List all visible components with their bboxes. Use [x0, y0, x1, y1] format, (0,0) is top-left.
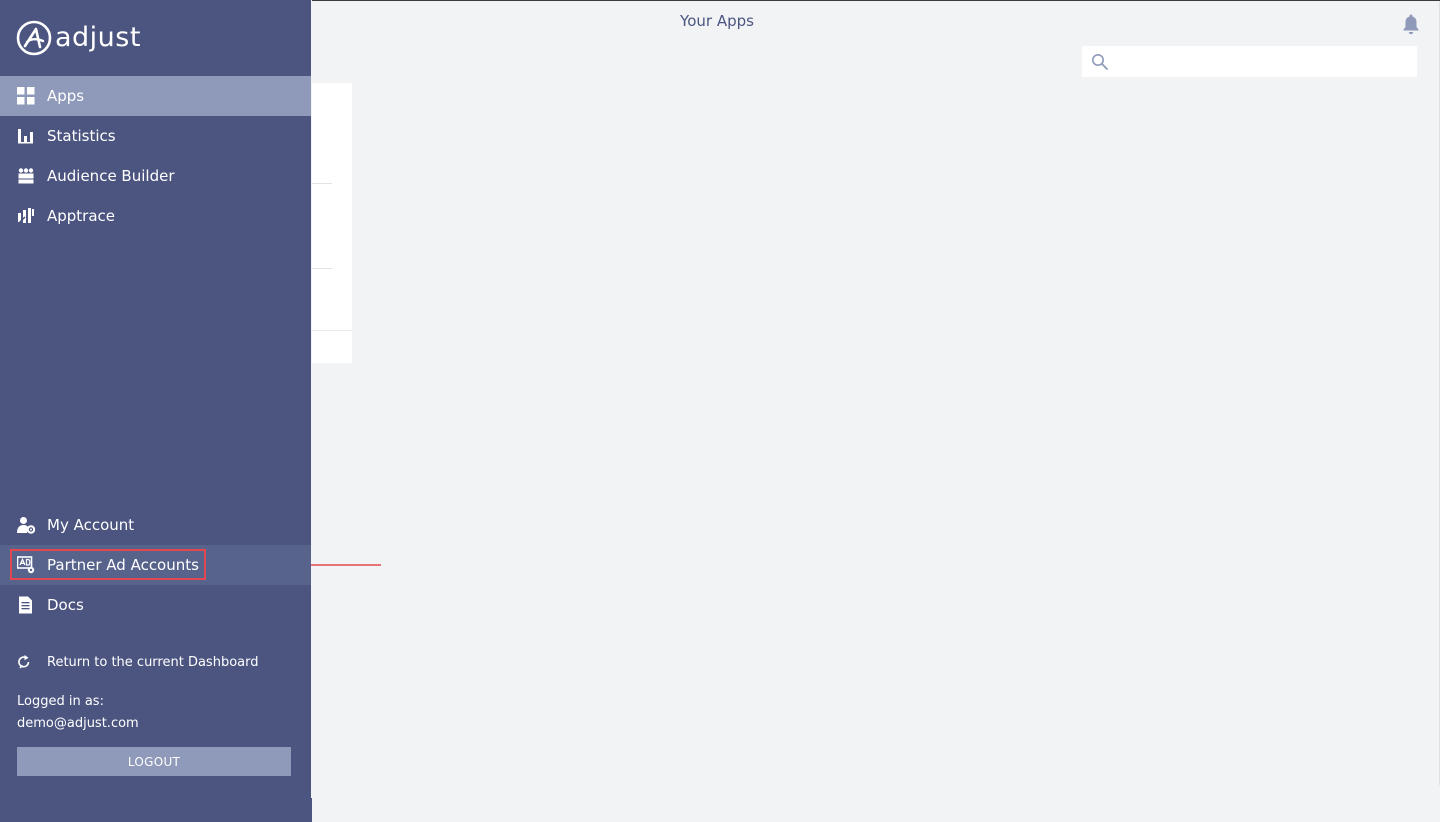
sidebar-item-label: Docs [47, 596, 84, 614]
sidebar-item-apptrace[interactable]: Apptrace [0, 196, 311, 236]
apptrace-icon [18, 208, 34, 224]
logged-in-label: Logged in as: [17, 694, 104, 709]
sidebar-item-label: Apptrace [47, 207, 116, 225]
user-gear-icon [17, 517, 35, 534]
sidebar-footer [0, 798, 312, 822]
return-dashboard-link[interactable]: Return to the current Dashboard [0, 648, 311, 678]
audience-icon [18, 168, 34, 184]
page-title: Your Apps [680, 12, 754, 30]
apps-card [312, 83, 352, 363]
sidebar-item-label: Apps [47, 87, 85, 105]
sidebar-item-label: Audience Builder [47, 167, 175, 185]
sidebar-item-audience-builder[interactable]: Audience Builder [0, 156, 311, 196]
sidebar-item-my-account[interactable]: My Account [0, 505, 311, 545]
adjust-logo-icon [16, 20, 52, 56]
brand-logo[interactable]: adjust [16, 20, 141, 56]
refresh-icon [18, 655, 30, 669]
return-dashboard-label: Return to the current Dashboard [47, 655, 259, 670]
logo-text: adjust [55, 22, 141, 53]
search-box [1082, 46, 1417, 77]
sidebar: adjust Apps Statistics Audience Builder … [0, 0, 311, 798]
card-divider [312, 268, 332, 269]
sidebar-item-label: My Account [47, 516, 135, 534]
search-input[interactable] [1116, 46, 1411, 77]
logged-in-email: demo@adjust.com [17, 716, 139, 731]
sidebar-item-label: Statistics [47, 127, 116, 145]
sidebar-item-docs[interactable]: Docs [0, 585, 311, 625]
search-icon [1092, 54, 1108, 70]
bell-icon[interactable] [1402, 13, 1420, 35]
main-content: Your Apps [312, 0, 1440, 822]
card-divider [312, 183, 332, 184]
card-divider [312, 330, 352, 331]
bar-chart-icon [18, 129, 33, 144]
sidebar-item-statistics[interactable]: Statistics [0, 116, 311, 156]
grid-icon [17, 87, 35, 105]
logout-button[interactable]: LOGOUT [17, 747, 291, 776]
document-icon [19, 596, 32, 614]
sidebar-item-apps[interactable]: Apps [0, 76, 311, 116]
highlight-box [10, 549, 206, 580]
